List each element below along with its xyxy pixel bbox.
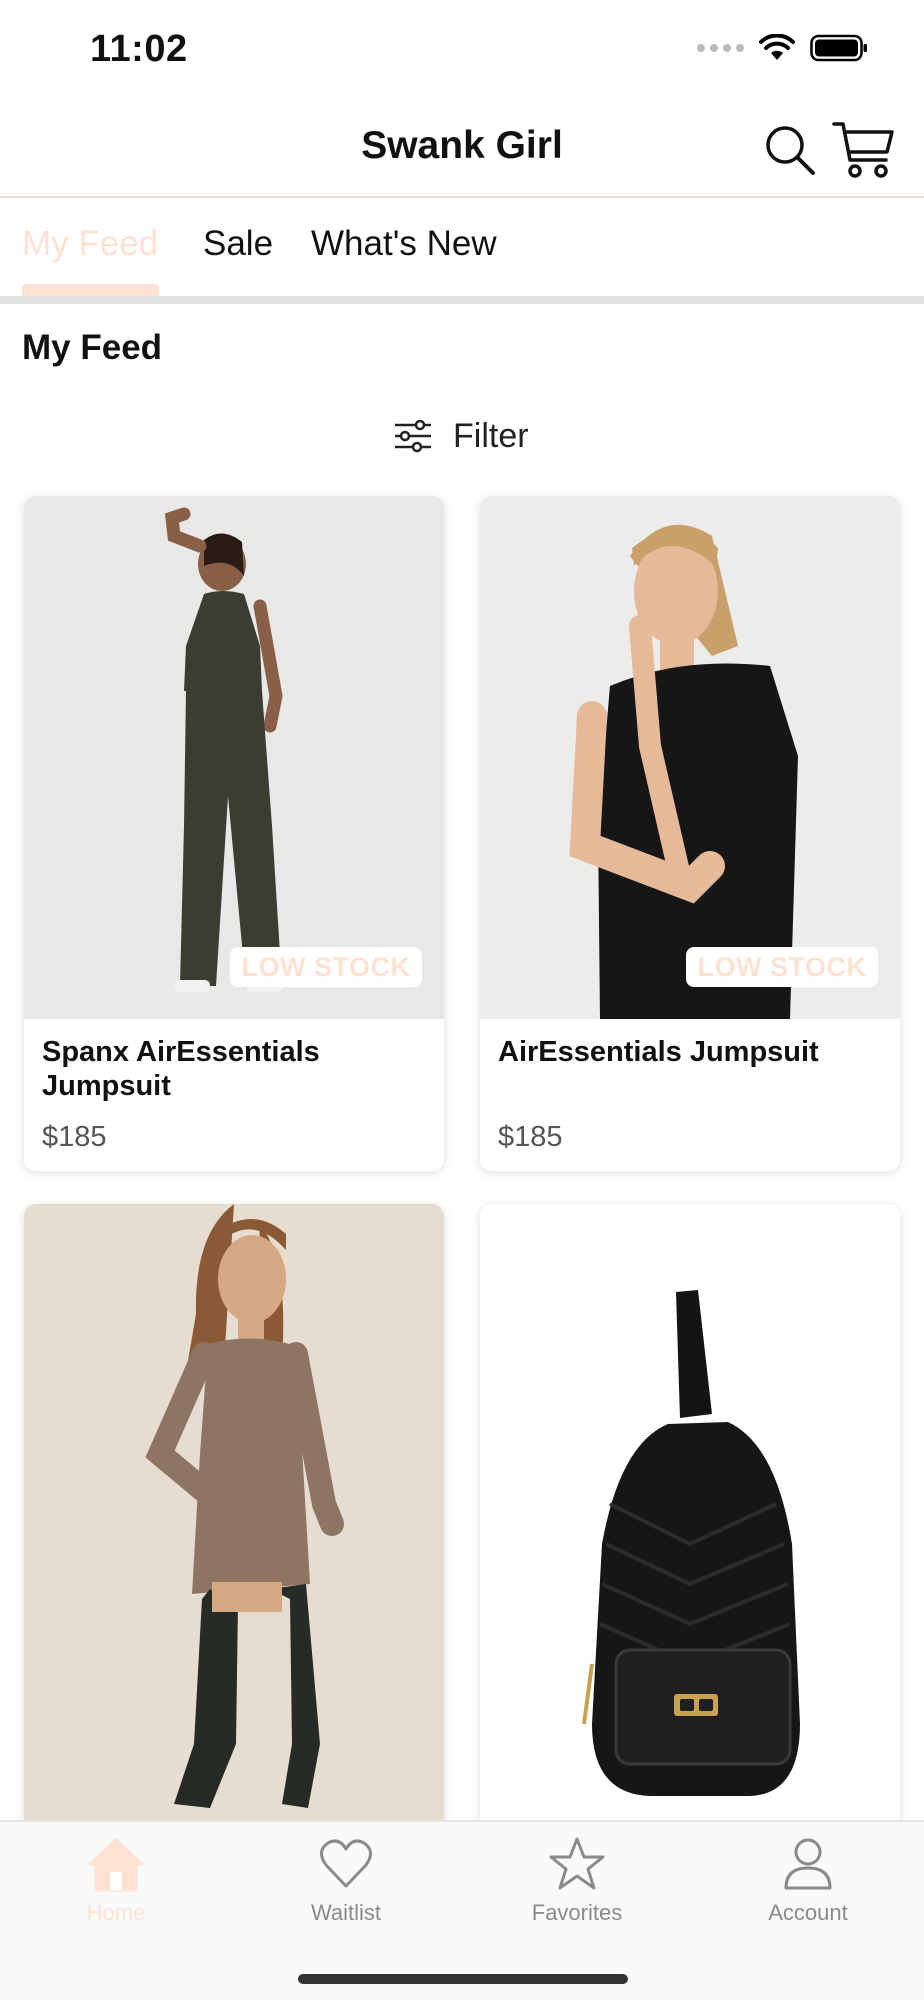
filter-label: Filter [453,416,529,455]
filter-button[interactable]: Filter [393,412,529,460]
product-image [24,1204,444,1844]
tab-favorites-label: Favorites [531,1900,623,1925]
home-indicator [298,1974,628,1984]
product-card[interactable]: LOW STOCK Spanx AirEssentials Jumpsuit $… [24,496,444,1171]
tab-home-label: Home [86,1900,146,1925]
star-icon [549,1837,605,1890]
product-card[interactable] [480,1204,900,1844]
tab-my-feed[interactable]: My Feed [22,224,158,264]
feed-tabs: My Feed Sale What's New [0,200,924,298]
bottom-tab-bar: Home Waitlist Favorites Account [0,1820,924,2000]
heart-icon [320,1839,372,1888]
product-image [480,1204,900,1844]
low-stock-badge: LOW STOCK [686,947,878,987]
tab-sale[interactable]: Sale [203,224,273,264]
product-price: $185 [42,1121,107,1153]
status-bar: 11:02 [0,0,924,104]
tab-home[interactable]: Home [36,1836,196,1926]
status-time: 11:02 [90,28,188,70]
status-icons [697,34,868,62]
wifi-icon [759,34,795,60]
tab-waitlist-label: Waitlist [310,1900,382,1925]
tab-whats-new[interactable]: What's New [311,224,497,264]
low-stock-badge: LOW STOCK [230,947,422,987]
tab-favorites[interactable]: Favorites [497,1836,657,1926]
product-image: LOW STOCK [480,496,900,1019]
person-icon [784,1838,832,1890]
sliders-icon [395,419,431,453]
product-card[interactable]: LOW STOCK AirEssentials Jumpsuit $185 [480,496,900,1171]
cellular-signal-icon [697,44,744,52]
tab-account[interactable]: Account [728,1836,888,1926]
battery-icon [810,34,867,62]
tab-waitlist[interactable]: Waitlist [266,1836,426,1926]
tabs-divider [0,296,924,304]
product-name: Spanx AirEssentials Jumpsuit [42,1036,320,1102]
tab-account-label: Account [768,1900,848,1925]
product-image: LOW STOCK [24,496,444,1019]
home-icon [88,1838,144,1892]
cart-icon[interactable] [832,118,896,180]
product-card[interactable] [24,1204,444,1844]
search-icon[interactable] [762,122,818,178]
page-title: My Feed [22,328,163,367]
product-price: $185 [498,1121,563,1153]
navigation-bar: Swank Girl [0,104,924,198]
product-name: AirEssentials Jumpsuit [498,1036,819,1068]
